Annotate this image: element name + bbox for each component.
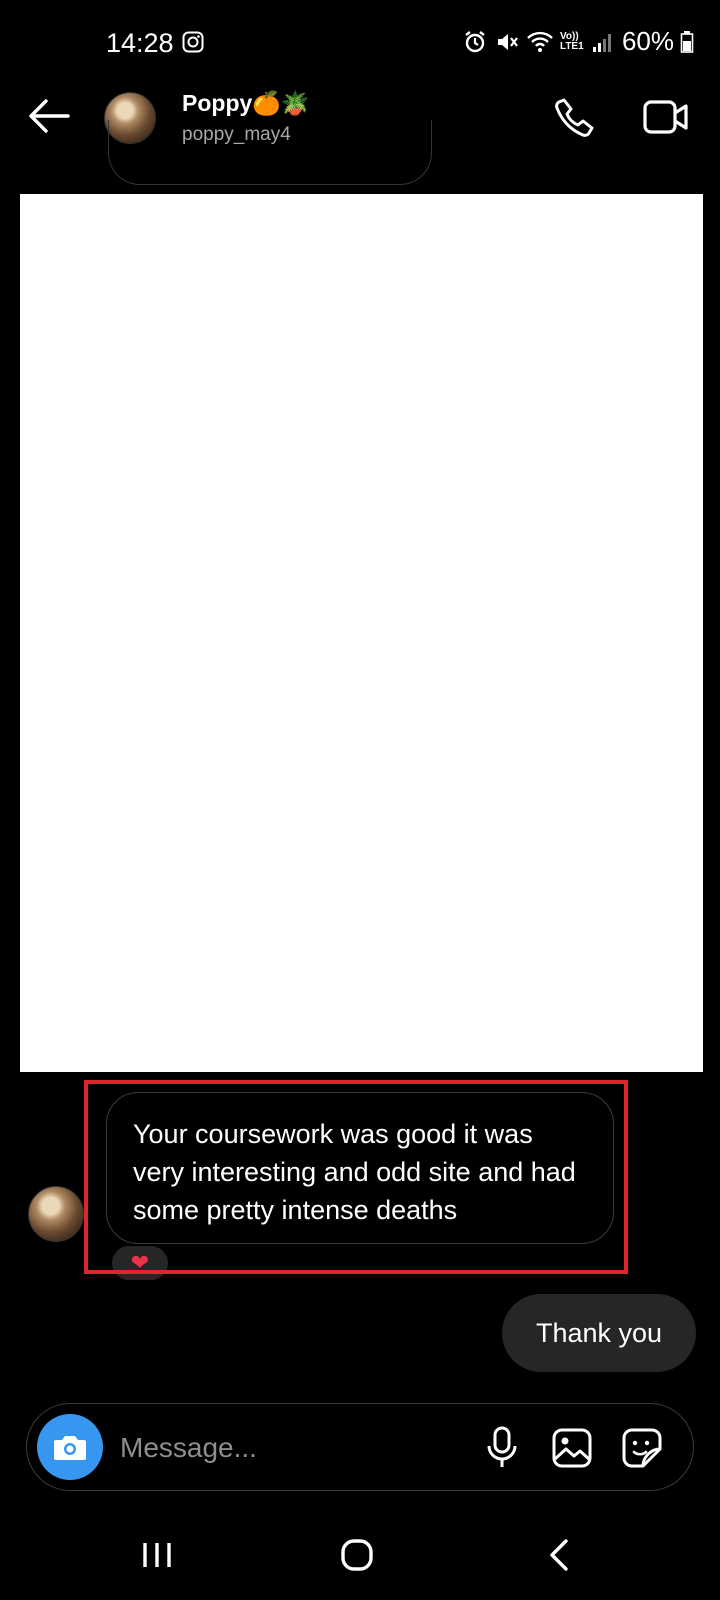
recents-icon	[143, 1543, 171, 1567]
nav-back-button[interactable]	[548, 1538, 570, 1572]
shared-image[interactable]	[20, 194, 703, 1072]
video-call-button[interactable]	[643, 98, 689, 136]
sticker-button[interactable]	[621, 1427, 663, 1469]
nav-home-button[interactable]	[340, 1538, 374, 1572]
message-input[interactable]	[118, 1420, 462, 1476]
contact-name-emojis: 🍊🪴	[252, 90, 310, 116]
contact-name-text: Poppy	[182, 90, 253, 116]
nav-recents-button[interactable]	[140, 1540, 174, 1570]
back-button[interactable]	[26, 96, 72, 136]
instagram-icon	[182, 31, 204, 53]
chevron-left-icon	[550, 1539, 568, 1571]
previous-message-bubble	[108, 120, 432, 185]
home-icon	[341, 1539, 373, 1571]
arrow-left-icon	[29, 99, 70, 133]
sent-message-text: Thank you	[535, 1317, 663, 1348]
phone-icon	[555, 98, 594, 137]
camera-button[interactable]	[37, 1414, 103, 1480]
status-icons: Vo)) LTE1 60%	[462, 26, 694, 57]
microphone-icon	[487, 1426, 517, 1467]
wifi-icon	[526, 30, 554, 54]
gallery-button[interactable]	[551, 1427, 593, 1469]
sticker-icon	[622, 1428, 662, 1468]
battery-percent: 60%	[621, 26, 674, 56]
image-icon	[552, 1428, 592, 1468]
camera-icon	[54, 1436, 86, 1460]
signal-icon	[592, 31, 614, 53]
network-label: Vo)) LTE1	[559, 30, 584, 52]
highlight-annotation	[84, 1080, 628, 1274]
alarm-icon	[462, 29, 488, 55]
mute-icon	[494, 29, 520, 55]
status-time: 14:28	[106, 28, 174, 58]
voice-call-button[interactable]	[554, 96, 596, 138]
voice-message-button[interactable]	[484, 1426, 520, 1470]
sent-message-bubble[interactable]: Thank you	[502, 1294, 696, 1372]
video-camera-icon	[643, 100, 688, 134]
battery-icon	[680, 30, 694, 54]
contact-name[interactable]: Poppy🍊🪴	[182, 90, 310, 117]
message-avatar[interactable]	[28, 1186, 84, 1242]
